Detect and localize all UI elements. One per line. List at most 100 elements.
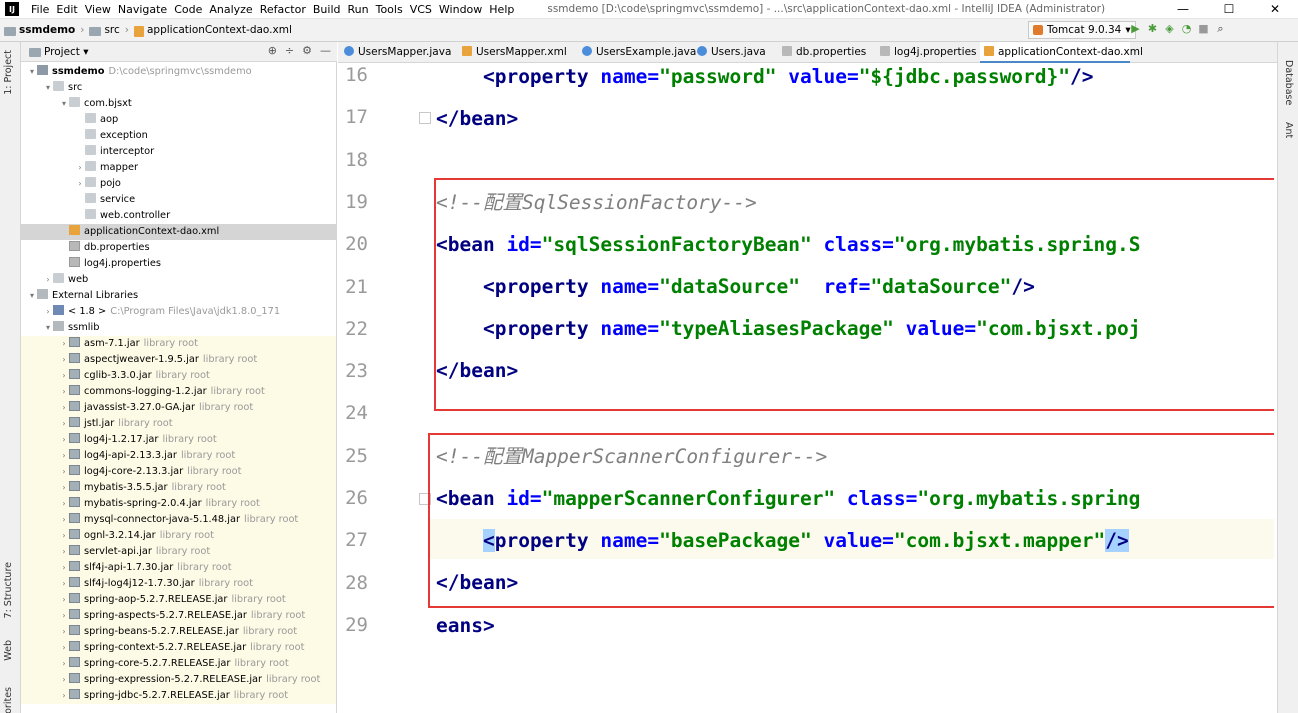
- locate-file-icon[interactable]: ⊕: [268, 44, 277, 57]
- structure-tool-button[interactable]: 7: Structure: [3, 562, 14, 618]
- close-button[interactable]: ✕: [1252, 0, 1298, 19]
- run-configuration-select[interactable]: Tomcat 9.0.34 ▾: [1028, 21, 1136, 39]
- tree-item[interactable]: ▾ ssmlib: [21, 320, 336, 336]
- tree-item[interactable]: › mapper: [21, 160, 336, 176]
- editor-tab[interactable]: UsersMapper.java: [340, 42, 458, 63]
- editor-tab[interactable]: log4j.properties: [876, 42, 978, 63]
- collapsed-arrow-icon[interactable]: ›: [59, 656, 69, 672]
- tree-item[interactable]: web.controller: [21, 208, 336, 224]
- tree-item[interactable]: › slf4j-api-1.7.30.jar library root: [21, 560, 336, 576]
- tree-item[interactable]: ▾ External Libraries: [21, 288, 336, 304]
- menu-item-vcs[interactable]: VCS: [410, 3, 432, 16]
- breadcrumb-project[interactable]: ssmdemo: [19, 24, 75, 36]
- collapsed-arrow-icon[interactable]: ›: [59, 464, 69, 480]
- tree-item[interactable]: › spring-core-5.2.7.RELEASE.jar library ro…: [21, 656, 336, 672]
- tree-item[interactable]: › spring-beans-5.2.7.RELEASE.jar library r…: [21, 624, 336, 640]
- editor-tab[interactable]: UsersMapper.xml: [458, 42, 576, 63]
- menu-item-tools[interactable]: Tools: [376, 3, 403, 16]
- editor-tab[interactable]: Users.java: [693, 42, 776, 63]
- tree-item[interactable]: applicationContext-dao.xml: [21, 224, 336, 240]
- tree-item[interactable]: db.properties: [21, 240, 336, 256]
- collapsed-arrow-icon[interactable]: ›: [59, 480, 69, 496]
- tree-item[interactable]: › aspectjweaver-1.9.5.jar library root: [21, 352, 336, 368]
- collapsed-arrow-icon[interactable]: ›: [59, 352, 69, 368]
- menu-item-help[interactable]: Help: [489, 3, 514, 16]
- tree-item[interactable]: › log4j-api-2.13.3.jar library root: [21, 448, 336, 464]
- menu-item-view[interactable]: View: [85, 3, 111, 16]
- project-view-select[interactable]: Project ▾: [44, 46, 89, 58]
- collapsed-arrow-icon[interactable]: ›: [75, 160, 85, 176]
- tree-item[interactable]: › spring-aop-5.2.7.RELEASE.jar library roo…: [21, 592, 336, 608]
- project-tool-button[interactable]: 1: Project: [3, 50, 14, 95]
- tree-item[interactable]: › mybatis-3.5.5.jar library root: [21, 480, 336, 496]
- expanded-arrow-icon[interactable]: ▾: [27, 64, 37, 80]
- maximize-button[interactable]: ☐: [1206, 0, 1252, 19]
- menu-item-code[interactable]: Code: [174, 3, 202, 16]
- tree-item[interactable]: ▾ com.bjsxt: [21, 96, 336, 112]
- run-icon[interactable]: ▶: [1127, 22, 1144, 36]
- collapsed-arrow-icon[interactable]: ›: [59, 544, 69, 560]
- collapsed-arrow-icon[interactable]: ›: [59, 448, 69, 464]
- collapsed-arrow-icon[interactable]: ›: [59, 416, 69, 432]
- expanded-arrow-icon[interactable]: ▾: [43, 80, 53, 96]
- tree-item[interactable]: › asm-7.1.jar library root: [21, 336, 336, 352]
- collapsed-arrow-icon[interactable]: ›: [59, 672, 69, 688]
- stop-icon[interactable]: ■: [1195, 22, 1212, 36]
- tree-item[interactable]: › spring-aspects-5.2.7.RELEASE.jar library…: [21, 608, 336, 624]
- collapsed-arrow-icon[interactable]: ›: [59, 384, 69, 400]
- tree-item[interactable]: service: [21, 192, 336, 208]
- collapsed-arrow-icon[interactable]: ›: [59, 688, 69, 704]
- tree-item[interactable]: aop: [21, 112, 336, 128]
- collapsed-arrow-icon[interactable]: ›: [59, 560, 69, 576]
- collapsed-arrow-icon[interactable]: ›: [59, 528, 69, 544]
- breadcrumb-folder[interactable]: src: [104, 24, 119, 36]
- collapsed-arrow-icon[interactable]: ›: [59, 512, 69, 528]
- tree-item[interactable]: › pojo: [21, 176, 336, 192]
- collapsed-arrow-icon[interactable]: ›: [59, 368, 69, 384]
- menu-item-edit[interactable]: Edit: [56, 3, 77, 16]
- collapsed-arrow-icon[interactable]: ›: [59, 624, 69, 640]
- coverage-icon[interactable]: ◈: [1161, 22, 1178, 36]
- hide-panel-icon[interactable]: —: [320, 44, 331, 57]
- tree-item[interactable]: › log4j-1.2.17.jar library root: [21, 432, 336, 448]
- search-icon[interactable]: ⌕: [1212, 22, 1229, 36]
- collapsed-arrow-icon[interactable]: ›: [59, 400, 69, 416]
- tree-item[interactable]: ▾ src: [21, 80, 336, 96]
- collapsed-arrow-icon[interactable]: ›: [59, 592, 69, 608]
- breadcrumb-file[interactable]: applicationContext-dao.xml: [147, 24, 292, 36]
- editor-tab[interactable]: applicationContext-dao.xml: [980, 42, 1143, 63]
- tree-item[interactable]: › spring-context-5.2.7.RELEASE.jar library…: [21, 640, 336, 656]
- expanded-arrow-icon[interactable]: ▾: [43, 320, 53, 336]
- expanded-arrow-icon[interactable]: ▾: [59, 96, 69, 112]
- tree-item[interactable]: ▾ ssmdemo D:\code\springmvc\ssmdemo: [21, 64, 336, 80]
- tree-item[interactable]: › spring-expression-5.2.7.RELEASE.jar libr…: [21, 672, 336, 688]
- collapsed-arrow-icon[interactable]: ›: [75, 176, 85, 192]
- collapsed-arrow-icon[interactable]: ›: [59, 336, 69, 352]
- tree-item[interactable]: › javassist-3.27.0-GA.jar library root: [21, 400, 336, 416]
- tree-item[interactable]: › servlet-api.jar library root: [21, 544, 336, 560]
- web-tool-button[interactable]: Web: [3, 640, 14, 661]
- tree-item[interactable]: log4j.properties: [21, 256, 336, 272]
- menu-item-refactor[interactable]: Refactor: [260, 3, 306, 16]
- tree-item[interactable]: interceptor: [21, 144, 336, 160]
- expanded-arrow-icon[interactable]: ▾: [27, 288, 37, 304]
- tree-item[interactable]: › web: [21, 272, 336, 288]
- tree-item[interactable]: › mybatis-spring-2.0.4.jar library root: [21, 496, 336, 512]
- tree-item[interactable]: › spring-jdbc-5.2.7.RELEASE.jar library ro…: [21, 688, 336, 704]
- collapsed-arrow-icon[interactable]: ›: [59, 608, 69, 624]
- minimize-button[interactable]: —: [1160, 0, 1206, 19]
- menu-item-analyze[interactable]: Analyze: [209, 3, 252, 16]
- menu-item-navigate[interactable]: Navigate: [118, 3, 167, 16]
- tree-item[interactable]: › log4j-core-2.13.3.jar library root: [21, 464, 336, 480]
- profile-icon[interactable]: ◔: [1178, 22, 1195, 36]
- menu-item-build[interactable]: Build: [313, 3, 341, 16]
- editor-tab[interactable]: UsersExample.java: [578, 42, 696, 63]
- tree-item[interactable]: › cglib-3.3.0.jar library root: [21, 368, 336, 384]
- collapsed-arrow-icon[interactable]: ›: [59, 640, 69, 656]
- gear-icon[interactable]: ⚙: [302, 44, 312, 57]
- menu-item-window[interactable]: Window: [439, 3, 482, 16]
- code-editor[interactable]: 16 17 18 19 20 21 22 23 24 25 26 27 28 29 <property n…: [338, 63, 1274, 713]
- database-tool-button[interactable]: Database: [1283, 60, 1294, 105]
- debug-icon[interactable]: ✱: [1144, 22, 1161, 36]
- collapsed-arrow-icon[interactable]: ›: [43, 272, 53, 288]
